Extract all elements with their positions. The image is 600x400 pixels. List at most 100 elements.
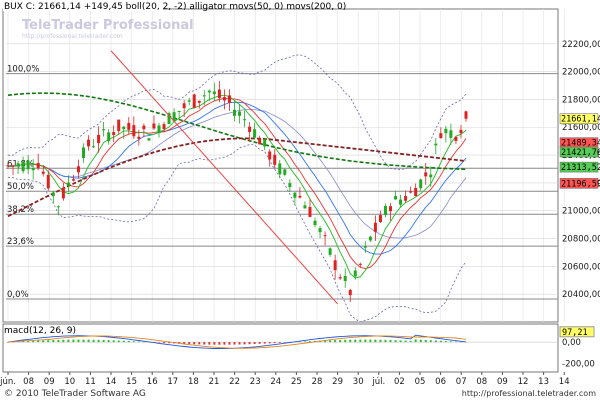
macd-hist-bar [429,340,432,343]
price-label-text: 21313,52 [561,163,600,173]
macd-hist-bar [384,339,387,343]
candle-body [227,95,231,103]
x-tick-label: 29 [332,377,343,387]
macd-hist-bar [399,340,402,343]
macd-hist-bar [379,339,382,343]
fib-level-label: 23,6% [7,237,34,247]
macd-hist-bar [434,340,437,343]
fib-level-label: 50,0% [7,182,34,192]
candle-body [112,132,116,136]
x-tick-label: 30 [353,377,364,387]
candle-body [222,97,226,101]
candle-body [268,151,272,160]
candle-body [399,199,403,205]
candle-body [424,172,428,177]
date-axis: jún. 08 09 10 11 14 15 16 17 18 21 22 23 24 25 28 29 30 jú… [0,372,570,387]
macd-hist-bar [389,340,392,343]
x-tick-label: 02 [394,377,405,387]
candle-body [192,94,196,108]
candle-body [293,192,297,198]
candle-body [328,248,332,255]
y-tick-label: 21800,00 [562,95,600,105]
y-tick-label: 22200,00 [562,40,600,50]
macd-hist-bar [163,342,166,343]
candle-body [283,169,287,175]
macd-hist-bar [52,339,55,343]
candle-body [107,132,111,142]
macd-hist-bar [339,339,342,343]
candle-body [217,89,221,99]
candle-body [212,91,216,95]
candle-body [56,206,60,208]
x-tick-label: 09 [497,377,508,387]
candle-body [162,124,166,129]
candle-body [303,205,307,209]
macd-hist-bar [137,341,140,343]
macd-hist-bar [67,339,70,343]
x-tick-label: 12 [518,377,529,387]
macd-hist-bar [334,340,337,343]
candle-body [232,109,236,116]
macd-hist-bar [253,342,256,345]
watermark-brand: TeleTrader Professional [22,18,194,33]
candle-body [132,125,136,137]
candle-body [308,206,312,217]
x-tick-label: 17 [167,377,178,387]
candle-body [238,111,242,116]
candle-body [288,183,292,188]
x-tick-label: 13 [538,377,549,387]
macd-last-value: 97,21 [562,328,588,338]
chart-header: BUX C: 21661,14 +149,45 boll(20, 2, -2) … [4,2,346,12]
copyright: © 2010 TeleTrader Software AG [4,389,146,399]
macd-hist-bar [198,342,201,345]
price-labels: 97,2121661,1421489,3421421,7621313,52211… [559,113,600,338]
price-label-text: 21421,76 [561,148,600,158]
candle-body [248,126,252,132]
x-tick-label: 14 [559,377,570,387]
candle-body [409,191,413,193]
macd-hist-bar [77,339,80,343]
macd-hist-bar [112,340,115,343]
candle-body [348,289,352,296]
candle-body [71,179,75,181]
candle-body [333,260,337,271]
candle-body [459,129,463,134]
candle-body [46,174,50,189]
macd-hist-bar [349,339,352,343]
macd-hist-bar [258,342,261,344]
y-tick-label: 20800,00 [562,235,600,245]
candle-body [177,110,181,112]
x-tick-label: 08 [23,377,34,387]
macd-hist-bar [218,342,221,345]
macd-hist-bar [228,342,231,345]
fib-level-label: 0,0% [7,290,29,300]
candle-body [318,228,322,233]
footer-url: http://professional.teletrader.com [462,389,596,398]
macd-hist-bar [87,339,90,343]
macd-hist-bar [369,339,372,343]
macd-hist-bar [102,339,105,343]
macd-hist-bar [32,340,35,343]
x-tick-label: júl. [371,377,385,387]
candle-body [439,133,443,139]
macd-hist-bar [414,339,417,343]
candle-body [122,126,126,130]
candle-body [278,163,282,175]
x-tick-label: 08 [476,377,487,387]
candle-body [444,128,448,134]
candle-body [383,205,387,216]
candle-body [137,136,141,139]
candle-body [338,277,342,279]
macd-hist-bar [409,340,412,343]
macd-hist-bar [62,339,65,343]
x-tick-label: 09 [44,377,55,387]
candle-body [464,111,468,119]
y-tick-label: 22000,00 [562,68,600,78]
macd-hist-bar [203,342,206,345]
macd-hist-bar [122,340,125,343]
x-tick-label: jún. [0,377,16,387]
macd-hist-bar [439,340,442,343]
macd-hist-bar [419,339,422,343]
macd-hist-bar [364,339,367,343]
price-axis: 20400,0020600,0020800,0021000,0021200,00… [562,40,600,370]
